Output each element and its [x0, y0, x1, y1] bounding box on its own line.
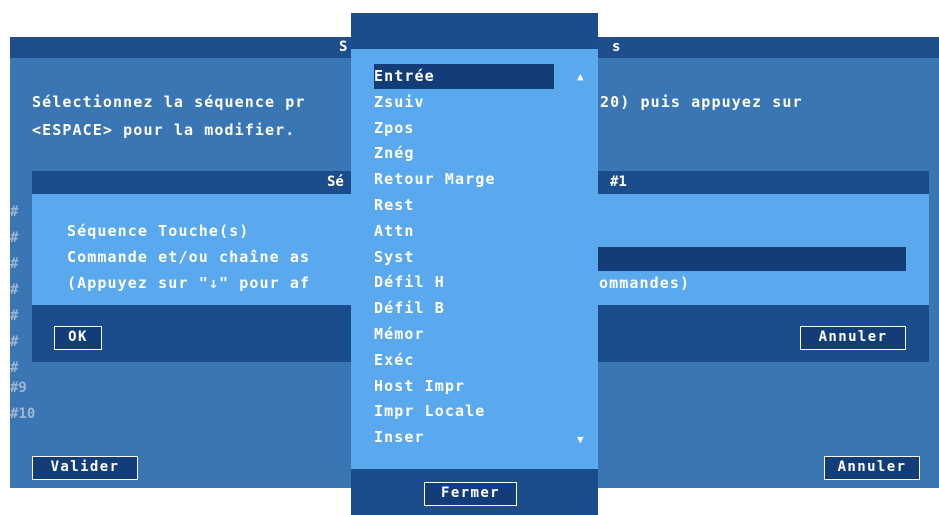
command-list-item[interactable]: Retour Marge — [374, 167, 554, 192]
command-list-item[interactable]: Zsuiv — [374, 90, 554, 115]
row-marker: # — [10, 334, 19, 350]
row-marker: # — [10, 230, 19, 246]
command-list-item[interactable]: Exéc — [374, 348, 554, 373]
sequence-row-9[interactable]: #9 — [10, 380, 27, 396]
scroll-down-icon[interactable]: ▼ — [577, 433, 584, 446]
command-list-item[interactable]: Mémor — [374, 322, 554, 347]
sequence-dialog-title-left: Sé — [327, 174, 344, 190]
row-marker: # — [10, 256, 19, 272]
popup-header — [351, 13, 598, 49]
instruction-text-line1-end: 20) puis appuyez sur — [600, 93, 803, 111]
command-list-item[interactable]: Syst — [374, 245, 554, 270]
instruction-text-line1: Sélectionnez la séquence pr — [32, 93, 306, 111]
command-list-item[interactable]: Défil H — [374, 270, 554, 295]
close-button[interactable]: Fermer — [424, 482, 517, 506]
ok-button[interactable]: OK — [54, 326, 102, 350]
command-list-popup: ▲ ▼ Fermer Entrée Zsuiv Zpos Znég Retour Mar… — [351, 13, 598, 515]
validate-button[interactable]: Valider — [32, 456, 138, 480]
dialog-title-right: s — [612, 39, 621, 55]
command-list-item[interactable]: Entrée — [374, 64, 554, 89]
hint-text-end: ommandes) — [599, 274, 691, 292]
sequence-dialog-title-right: #1 — [610, 174, 627, 190]
dialog-title-left: S — [339, 39, 348, 55]
cancel-button[interactable]: Annuler — [824, 456, 920, 480]
scroll-up-icon[interactable]: ▲ — [577, 70, 584, 83]
popup-footer: Fermer — [351, 469, 598, 515]
command-list-item[interactable]: Défil B — [374, 296, 554, 321]
command-list-item[interactable]: Inser — [374, 425, 554, 450]
row-marker: # — [10, 360, 19, 376]
command-list-item[interactable]: Attn — [374, 219, 554, 244]
hint-text: (Appuyez sur "↓" pour af — [67, 274, 311, 292]
sequence-cancel-button[interactable]: Annuler — [800, 326, 906, 350]
instruction-text-line2: <ESPACE> pour la modifier. — [32, 121, 296, 139]
row-marker: # — [10, 204, 19, 220]
row-marker: # — [10, 282, 19, 298]
command-list-item[interactable]: Host Impr — [374, 374, 554, 399]
command-list-item[interactable]: Rest — [374, 193, 554, 218]
key-sequence-label: Séquence Touche(s) — [67, 222, 250, 240]
command-list-item[interactable]: Impr Locale — [374, 399, 554, 424]
command-string-label: Commande et/ou chaîne as — [67, 248, 311, 266]
command-list-item[interactable]: Zpos — [374, 116, 554, 141]
command-string-field[interactable] — [595, 247, 906, 271]
row-marker: # — [10, 308, 19, 324]
command-list-item[interactable]: Znég — [374, 141, 554, 166]
sequence-row-10[interactable]: #10 — [10, 406, 35, 422]
